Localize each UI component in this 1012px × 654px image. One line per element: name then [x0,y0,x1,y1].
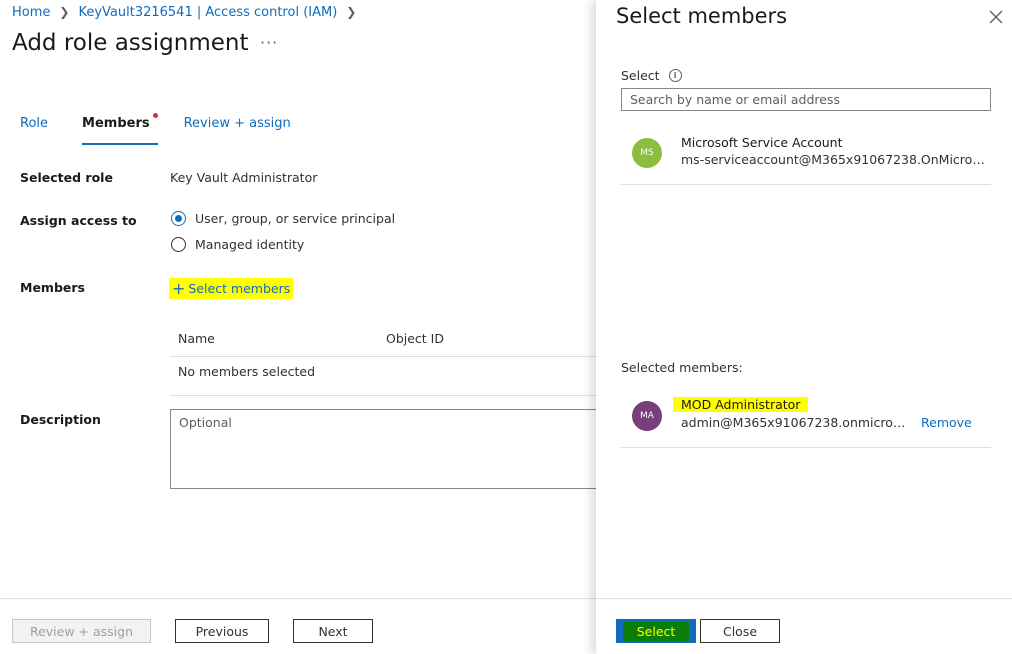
breadcrumb-home-link[interactable]: Home [12,5,50,20]
column-header-name: Name [178,331,215,346]
member-name: Microsoft Service Account [681,135,843,150]
description-label: Description [20,412,101,427]
radio-managed-identity-label: Managed identity [195,237,305,252]
close-button[interactable]: Close [700,619,780,643]
select-button-label: Select [622,621,690,641]
select-members-link[interactable]: + Select members [169,278,294,299]
assign-access-label: Assign access to [20,213,137,228]
search-input[interactable] [621,88,991,111]
description-textarea[interactable] [170,409,610,489]
plus-icon: + [172,278,186,298]
required-dot-icon [152,113,158,118]
radio-user-group-sp[interactable]: User, group, or service principal [171,211,395,226]
tab-role-label: Role [20,116,49,131]
page-title: Add role assignment [12,30,249,56]
list-item[interactable]: MS Microsoft Service Account ms-servicea… [621,128,991,185]
avatar: MS [632,138,662,168]
review-assign-button[interactable]: Review + assign [12,619,151,643]
table-header-row: Name Object ID [170,322,600,357]
radio-checked-icon [171,211,186,226]
panel-footer-divider [596,598,1012,599]
avatar: MA [632,401,662,431]
select-button[interactable]: Select [616,619,696,643]
radio-managed-identity[interactable]: Managed identity [171,237,304,252]
selected-role-label: Selected role [20,170,113,185]
info-icon[interactable]: i [668,69,682,82]
selected-member-email: admin@M365x91067238.onmicrosoft.com [681,415,909,430]
tab-review-assign-label: Review + assign [183,116,291,131]
remove-member-link[interactable]: Remove [921,415,972,430]
radio-unchecked-icon [171,237,186,252]
select-members-link-label: Select members [188,281,291,296]
select-field-label-text: Select [621,68,660,83]
empty-table-text: No members selected [178,364,316,379]
selected-members-label: Selected members: [621,360,743,375]
selected-member-name: MOD Administrator [673,397,809,412]
selected-member-name-text: MOD Administrator [673,397,809,412]
previous-button[interactable]: Previous [175,619,269,643]
selected-member-item: MA MOD Administrator admin@M365x91067238… [621,392,991,448]
next-button[interactable]: Next [293,619,373,643]
chevron-right-icon: ❯ [59,5,70,19]
select-members-panel: Select members Select i MS Microsoft Ser… [596,0,1012,654]
column-header-object-id: Object ID [386,331,444,346]
selected-role-value: Key Vault Administrator [170,170,318,185]
chevron-right-icon: ❯ [346,5,357,19]
breadcrumb: Home ❯ KeyVault3216541 | Access control … [12,3,365,21]
select-field-label: Select i [621,68,682,83]
tab-members[interactable]: Members [82,113,158,145]
close-icon[interactable] [986,7,1006,27]
member-email: ms-serviceaccount@M365x91067238.OnMicros… [681,152,991,167]
tab-role[interactable]: Role [20,116,48,142]
tab-bar: Role Members Review + assign [20,113,325,145]
radio-user-group-sp-label: User, group, or service principal [195,211,396,226]
members-table: Name Object ID No members selected [170,322,600,396]
more-options-icon[interactable]: ··· [260,33,278,52]
tab-members-label: Members [82,116,150,131]
members-label: Members [20,280,85,295]
table-row: No members selected [170,357,600,396]
footer-divider [0,598,600,599]
panel-title: Select members [616,4,788,28]
tab-review-assign[interactable]: Review + assign [184,116,291,142]
breadcrumb-iam-link[interactable]: KeyVault3216541 | Access control (IAM) [78,5,337,20]
